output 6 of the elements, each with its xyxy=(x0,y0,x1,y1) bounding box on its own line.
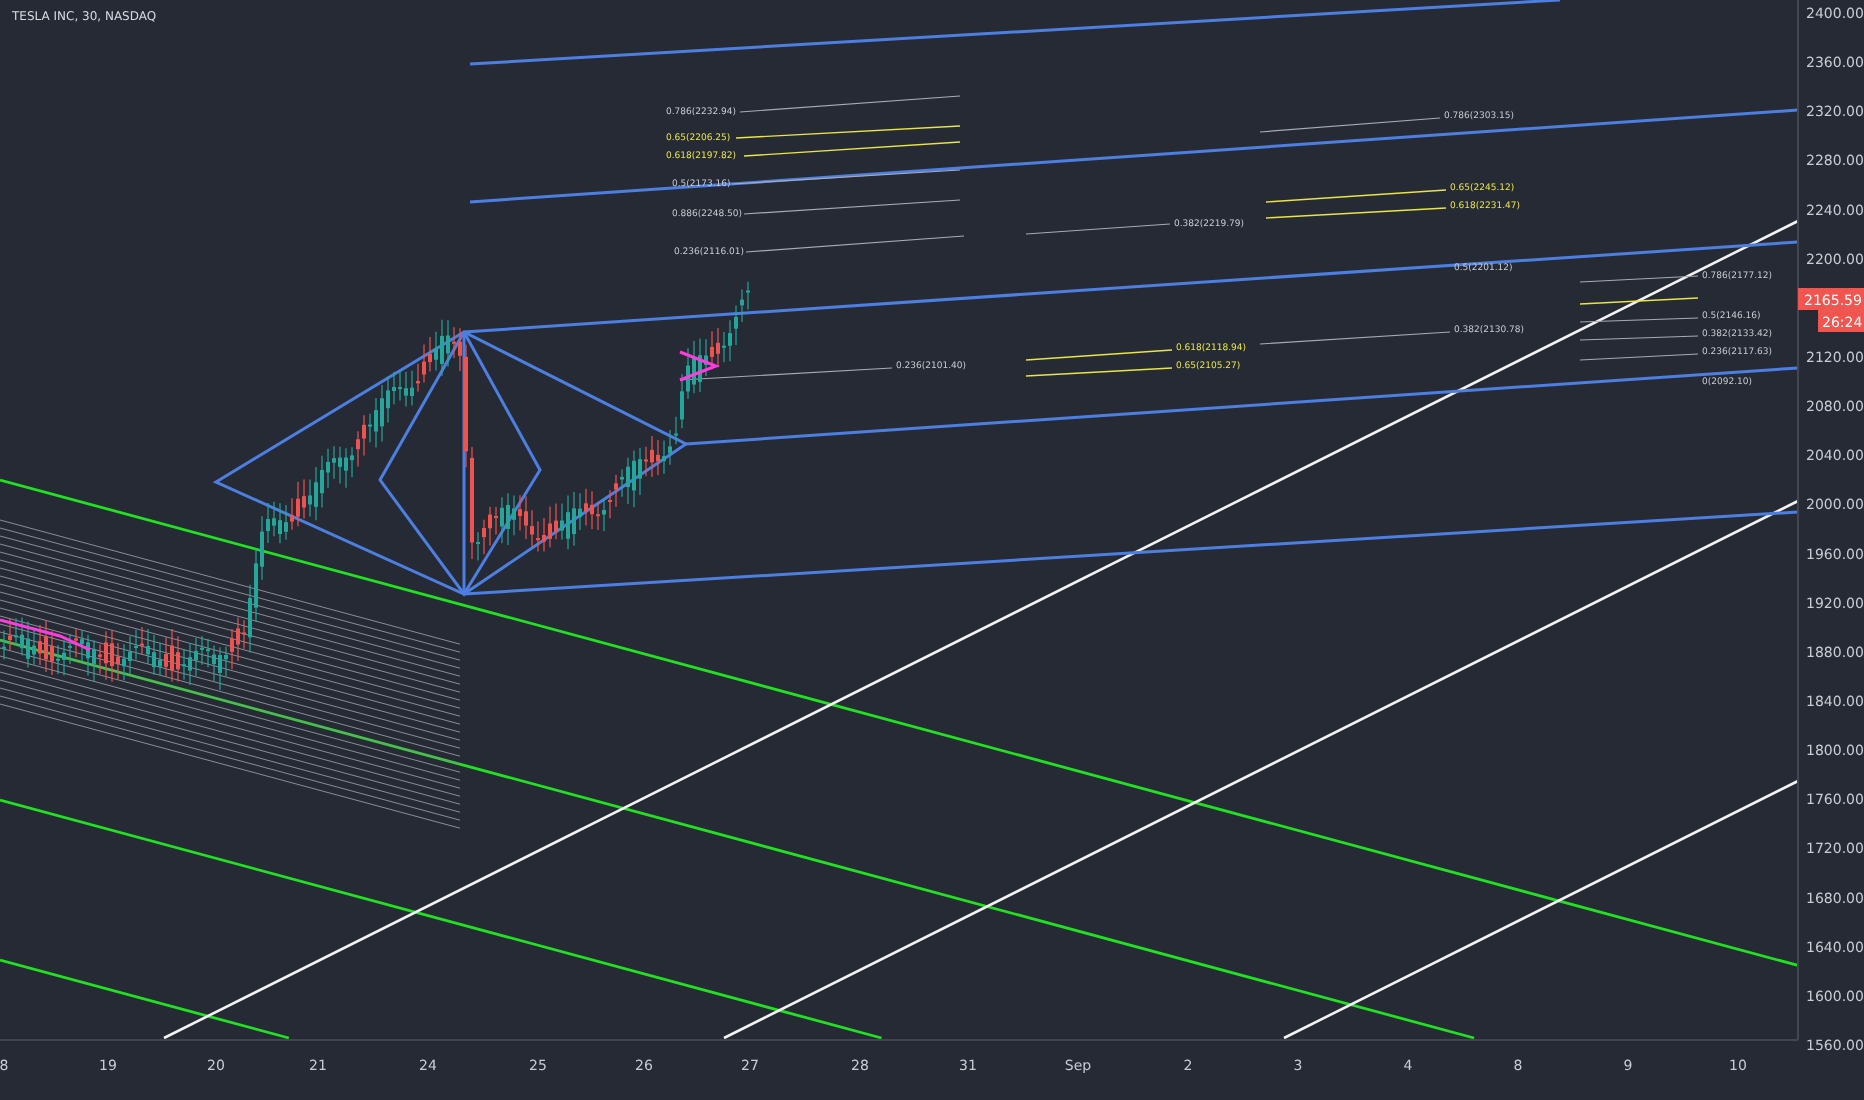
fib-level-line xyxy=(1579,353,1699,361)
fib-level-line xyxy=(1579,317,1699,323)
fib-level-line xyxy=(1579,275,1699,283)
arrow-marker-icon xyxy=(679,350,721,382)
fib-level-line xyxy=(1579,335,1699,341)
fib-level-line xyxy=(1579,297,1699,305)
